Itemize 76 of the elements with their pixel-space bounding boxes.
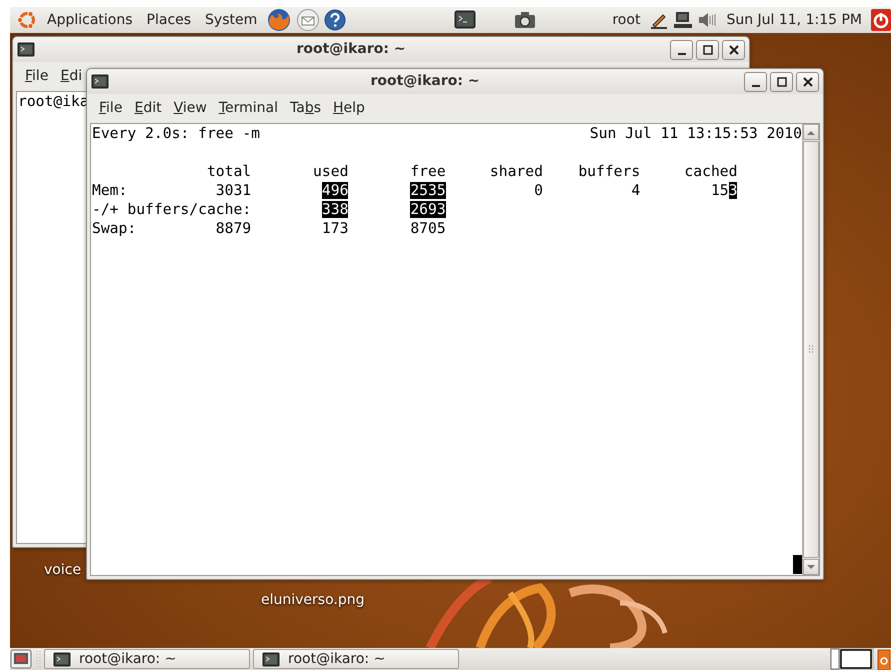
menu-item[interactable]: Help xyxy=(327,98,371,119)
workspace-switcher[interactable] xyxy=(830,648,874,670)
table-cell-text: 4 xyxy=(630,181,640,200)
menu-item[interactable]: Edit xyxy=(128,98,168,119)
terminal-line: root@ika xyxy=(18,92,89,111)
panel-menu[interactable]: Places xyxy=(142,10,196,30)
table-cell-text: 153 xyxy=(710,181,738,200)
row-label: Mem: xyxy=(92,181,128,200)
terminal-timestamp: Sun Jul 11 13:15:53 2010 xyxy=(590,124,802,143)
window-title: root@ikaro: ~ xyxy=(369,72,481,91)
minimize-icon xyxy=(752,84,760,86)
menu-item[interactable]: File xyxy=(93,98,128,119)
terminal-icon[interactable] xyxy=(454,10,476,30)
column-header: free xyxy=(409,162,446,181)
taskbar-button[interactable]: root@ikaro: ~ xyxy=(44,649,250,669)
scroll-up-button[interactable] xyxy=(803,124,819,140)
camera-icon[interactable] xyxy=(514,11,536,29)
column-header: buffers xyxy=(577,162,640,181)
maximize-icon xyxy=(702,44,712,54)
network-icon[interactable] xyxy=(673,10,694,30)
table-cell-text: 8879 xyxy=(214,219,252,238)
terminal-icon xyxy=(262,650,280,668)
window-title: root@ikaro: ~ xyxy=(295,40,407,59)
maximize-icon xyxy=(776,76,786,86)
table-cell-text: 338 xyxy=(320,200,348,219)
minimize-button[interactable] xyxy=(744,72,767,92)
menu-item[interactable]: File xyxy=(19,66,54,87)
close-icon xyxy=(728,44,738,54)
panel-menu[interactable]: System xyxy=(200,10,262,30)
column-header: used xyxy=(312,162,348,181)
row-label: -/+ buffers/cache: xyxy=(92,200,252,219)
column-header: shared xyxy=(488,162,543,181)
minimize-icon xyxy=(678,52,686,54)
table-cell-text: 173 xyxy=(320,219,348,238)
clock[interactable]: Sun Jul 11, 1:15 PM xyxy=(721,10,867,30)
table-cell-text: 8705 xyxy=(409,219,446,238)
close-button[interactable] xyxy=(722,40,745,60)
trash-icon[interactable] xyxy=(877,648,891,670)
row-label: Swap: xyxy=(92,219,136,238)
close-button[interactable] xyxy=(796,72,819,92)
terminal-command: Every 2.0s: free -m xyxy=(92,124,260,143)
scroll-down-button[interactable] xyxy=(803,559,819,575)
minimize-button[interactable] xyxy=(670,40,693,60)
cursor-block xyxy=(793,555,802,574)
terminal-icon xyxy=(53,650,71,668)
panel-menu[interactable]: Applications xyxy=(42,10,138,30)
ubuntu-logo-icon[interactable] xyxy=(16,9,38,31)
menu-item[interactable]: Terminal xyxy=(212,98,284,119)
table-cell-text: 496 xyxy=(320,181,348,200)
terminal-icon[interactable] xyxy=(17,41,35,58)
taskbar-button[interactable]: root@ikaro: ~ xyxy=(253,649,459,669)
column-header: cached xyxy=(683,162,738,181)
volume-icon[interactable] xyxy=(697,11,718,29)
terminal-icon[interactable] xyxy=(91,73,109,90)
menu-item[interactable]: Edi xyxy=(54,66,88,87)
maximize-button[interactable] xyxy=(770,72,793,92)
column-header: total xyxy=(206,162,252,181)
help-icon[interactable] xyxy=(324,9,346,31)
table-cell-text: 0 xyxy=(533,181,543,200)
show-desktop-icon[interactable] xyxy=(10,649,32,669)
file-label[interactable]: voice xyxy=(44,560,82,581)
table-cell-text: 3031 xyxy=(214,181,252,200)
table-cell-text: 2535 xyxy=(409,181,446,200)
user-name: root xyxy=(611,10,642,30)
table-cell-text: 2693 xyxy=(409,200,446,219)
file-label[interactable]: eluniverso.png xyxy=(261,590,365,611)
maximize-button[interactable] xyxy=(696,40,719,60)
down-arrow-icon xyxy=(807,564,815,570)
browser-globe-icon[interactable] xyxy=(266,7,292,33)
panel-handle-icon[interactable] xyxy=(35,649,41,669)
menu-item[interactable]: View xyxy=(168,98,213,119)
close-icon xyxy=(802,76,812,86)
power-icon[interactable] xyxy=(871,9,891,31)
grip-icon xyxy=(808,344,814,354)
menu-item[interactable]: Tabs xyxy=(284,98,328,119)
up-arrow-icon xyxy=(807,130,815,134)
